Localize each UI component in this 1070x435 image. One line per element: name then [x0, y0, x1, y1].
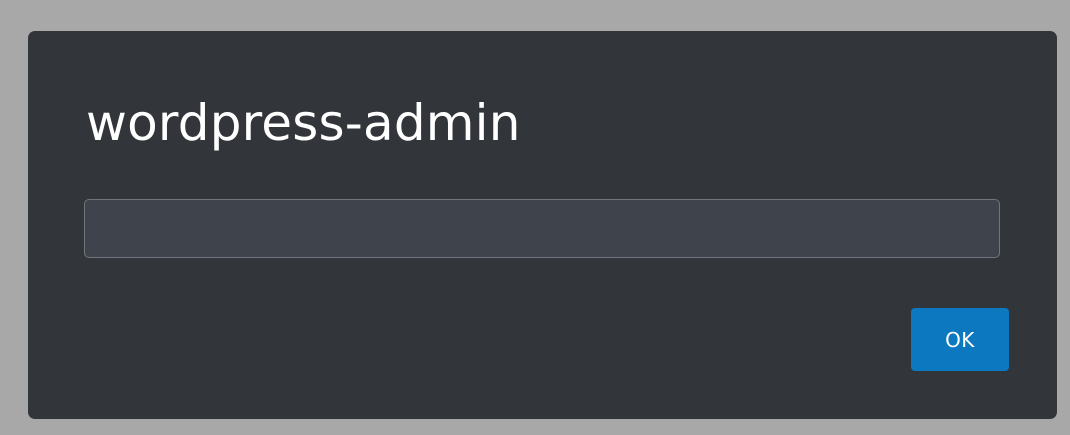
prompt-input[interactable] — [84, 199, 1000, 258]
dialog-title: wordpress-admin — [86, 94, 521, 152]
prompt-dialog: wordpress-admin OK — [28, 31, 1057, 419]
modal-backdrop: wordpress-admin OK — [0, 0, 1070, 435]
ok-button[interactable]: OK — [911, 308, 1009, 371]
